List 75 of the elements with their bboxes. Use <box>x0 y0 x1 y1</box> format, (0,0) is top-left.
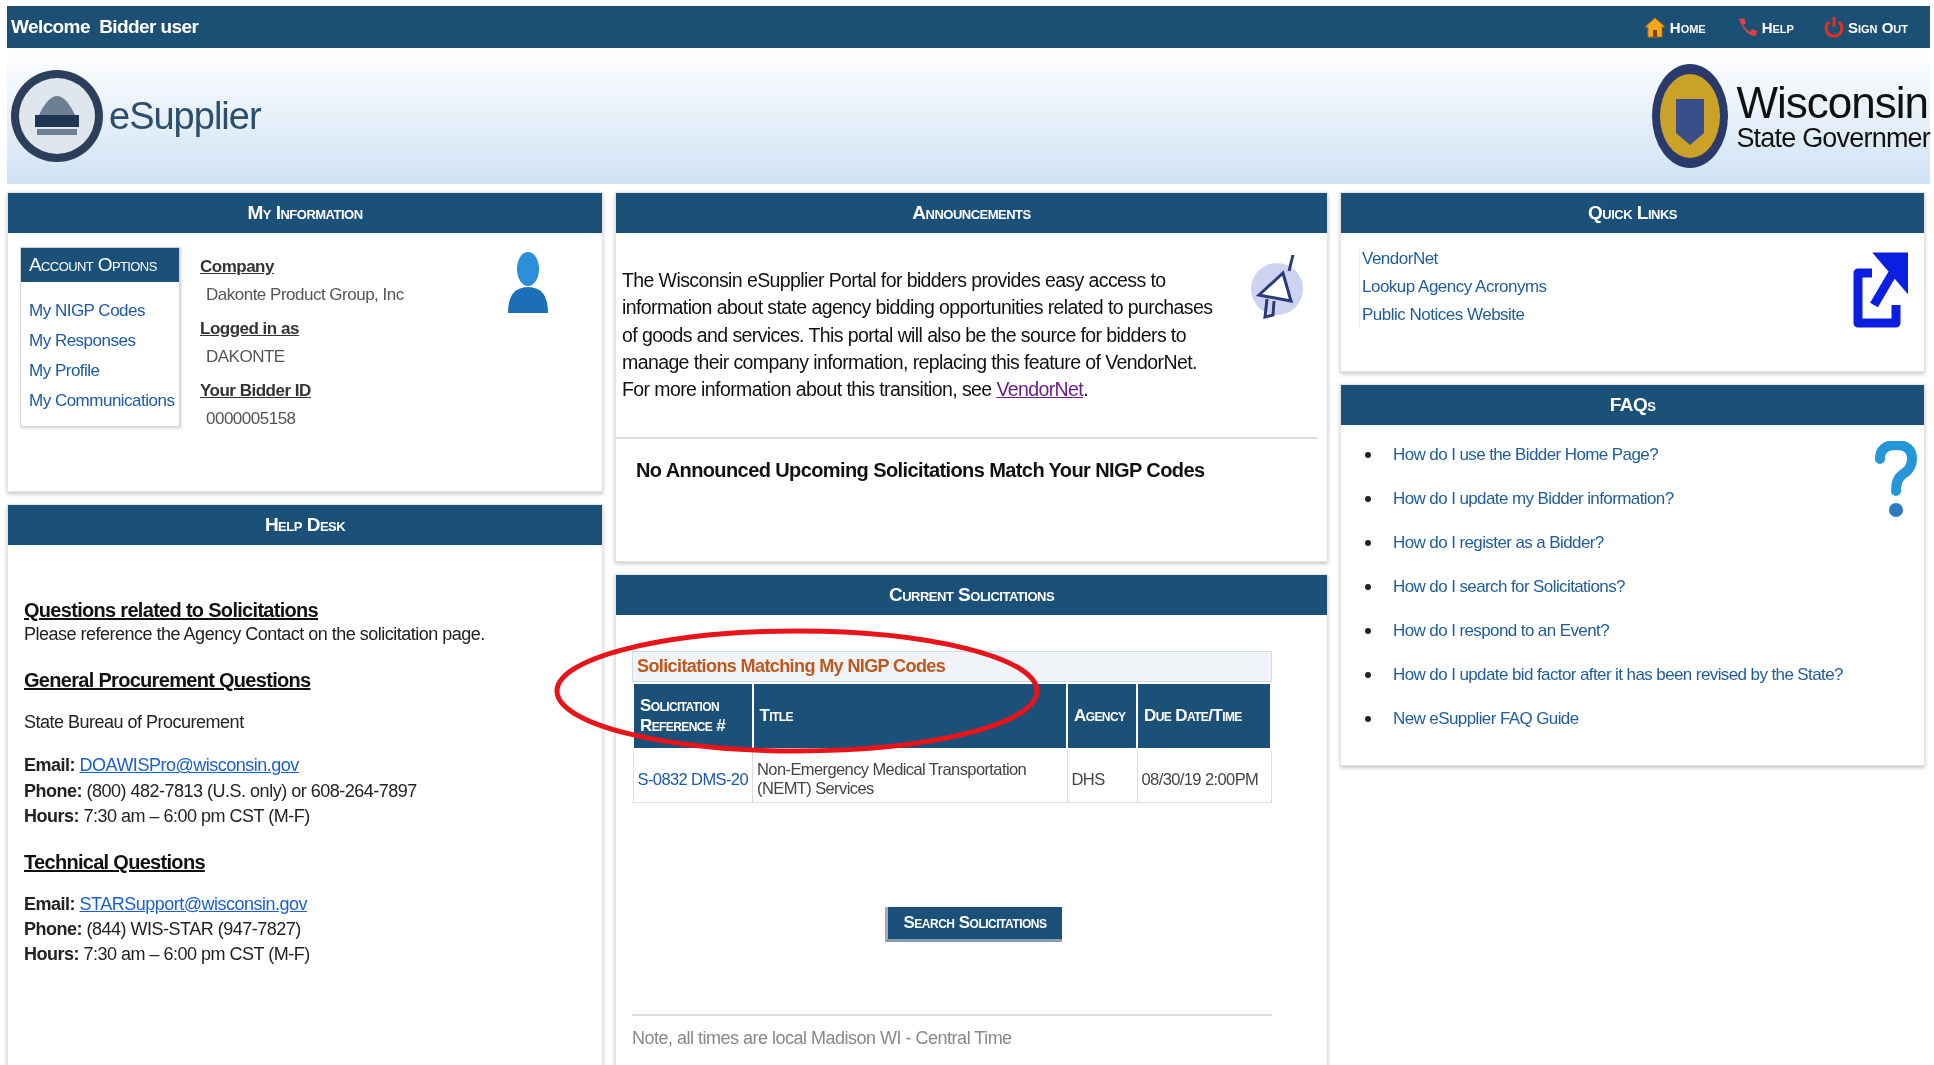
contact-value: 7:30 am – 6:00 pm CST (M-F) <box>83 944 310 965</box>
contact-value: 7:30 am – 6:00 pm CST (M-F) <box>83 805 310 826</box>
table-cell: DHS <box>1067 749 1137 803</box>
bullet-icon <box>1365 672 1371 678</box>
search-solicitations-button[interactable]: Search Solicitations <box>884 907 1063 942</box>
field-value: DAKONTE <box>205 346 286 368</box>
table-cell: Non-Emergency Medical Transportation (NEMT) Services <box>752 749 1067 803</box>
top-nav-link[interactable]: Home <box>1643 16 1706 38</box>
help-section-heading: Questions related to Solicitations <box>24 599 319 622</box>
section-title: Help Desk <box>8 505 602 545</box>
help-text: State Bureau of Procurement <box>24 711 245 735</box>
faq-link[interactable]: How do I update bid factor after it has been revised by the State? <box>1393 665 1843 685</box>
contact-label: Hours: <box>24 944 79 965</box>
account-option-link[interactable]: My Profile <box>21 356 179 386</box>
state-title: Wisconsin <box>1736 80 1929 125</box>
field-value: 0000005158 <box>205 408 297 430</box>
bullet-icon <box>1365 496 1371 502</box>
announcement-notice: No Announced Upcoming Solicitations Match Your NIGP Codes <box>635 458 1206 483</box>
quick-link[interactable]: Lookup Agency Acronyms <box>1362 277 1547 297</box>
column-header: Due Date/Time <box>1137 683 1271 749</box>
section-title: Announcements <box>616 193 1327 233</box>
email-link[interactable]: STARSupport@wisconsin.gov <box>79 893 308 914</box>
account-options-title: Account Options <box>21 248 179 282</box>
time-zone-note: Note, all times are local Madison WI - Central Time <box>632 1014 1272 1049</box>
section-title: Current Solicitations <box>616 575 1327 615</box>
announcement-text: The Wisconsin eSupplier Portal for bidders provides easy access to information about state agency bidding opportunities related to purchases of goods and services. This portal will also be the source for bidders to manage their company information, replacing this feature of VendorNet. For more information about this transition, see VendorNet. <box>622 268 1214 403</box>
help-section-heading: General Procurement Questions <box>24 669 311 693</box>
state-subtitle: State Governmer <box>1736 124 1930 152</box>
vendornet-link[interactable]: VendorNet <box>996 378 1084 401</box>
table-cell: 08/30/19 2:00PM <box>1137 749 1271 803</box>
column-header: Title <box>752 683 1067 749</box>
faq-link[interactable]: How do I register as a Bidder? <box>1393 533 1604 553</box>
contact-label: Hours: <box>24 805 79 826</box>
state-seal-icon <box>1650 61 1731 171</box>
house-icon <box>1643 16 1666 38</box>
welcome-text: Welcome Bidder user <box>11 16 199 38</box>
contact-label: Email: <box>24 893 76 914</box>
field-value: Dakonte Product Group, Inc <box>205 284 405 306</box>
column-header: Solicitation Reference # <box>633 683 753 749</box>
section-title: FAQs <box>1341 385 1924 425</box>
contact-value: (800) 482-7813 (U.S. only) or 608-264-7897 <box>86 780 417 801</box>
bullet-icon <box>1365 716 1371 722</box>
account-option-link[interactable]: My Responses <box>21 326 179 356</box>
quick-link[interactable]: Public Notices Website <box>1362 305 1547 325</box>
account-option-link[interactable]: My Communications <box>21 386 179 416</box>
contact-label: Phone: <box>24 919 82 940</box>
bullet-icon <box>1365 584 1371 590</box>
help-section-heading: Technical Questions <box>24 850 205 874</box>
power-icon <box>1823 16 1844 38</box>
bullet-icon <box>1365 540 1371 546</box>
faq-link[interactable]: New eSupplier FAQ Guide <box>1393 709 1579 729</box>
quick-link[interactable]: VendorNet <box>1362 249 1547 269</box>
field-label: Your Bidder ID <box>200 381 311 401</box>
solicitation-link[interactable]: S-0832 DMS-20 <box>633 749 753 803</box>
account-option-link[interactable]: My NIGP Codes <box>21 296 179 326</box>
column-header: Agency <box>1067 683 1137 749</box>
faq-link[interactable]: How do I update my Bidder information? <box>1393 489 1674 509</box>
section-title: Quick Links <box>1341 193 1924 233</box>
email-link[interactable]: DOAWISPro@wisconsin.gov <box>79 755 299 776</box>
section-title: My Information <box>8 193 602 233</box>
faq-link[interactable]: How do I use the Bidder Home Page? <box>1393 445 1658 465</box>
field-label: Company <box>200 257 274 277</box>
faq-link[interactable]: How do I respond to an Event? <box>1393 621 1610 641</box>
contact-label: Phone: <box>24 780 82 801</box>
bullet-icon <box>1365 452 1371 458</box>
help-text: Please reference the Agency Contact on the solicitation page. <box>24 623 486 646</box>
contact-value: (844) WIS-STAR (947-7827) <box>86 919 301 940</box>
field-label: Logged in as <box>200 319 299 339</box>
top-nav-link[interactable]: Sign Out <box>1823 16 1908 38</box>
contact-label: Email: <box>24 755 76 776</box>
bullet-icon <box>1365 628 1371 634</box>
table-caption: Solicitations Matching My NIGP Codes <box>632 651 1272 682</box>
top-nav-link[interactable]: Help <box>1735 16 1794 38</box>
logo-text: eSupplier <box>109 94 261 138</box>
faq-link[interactable]: How do I search for Solicitations? <box>1393 577 1625 597</box>
